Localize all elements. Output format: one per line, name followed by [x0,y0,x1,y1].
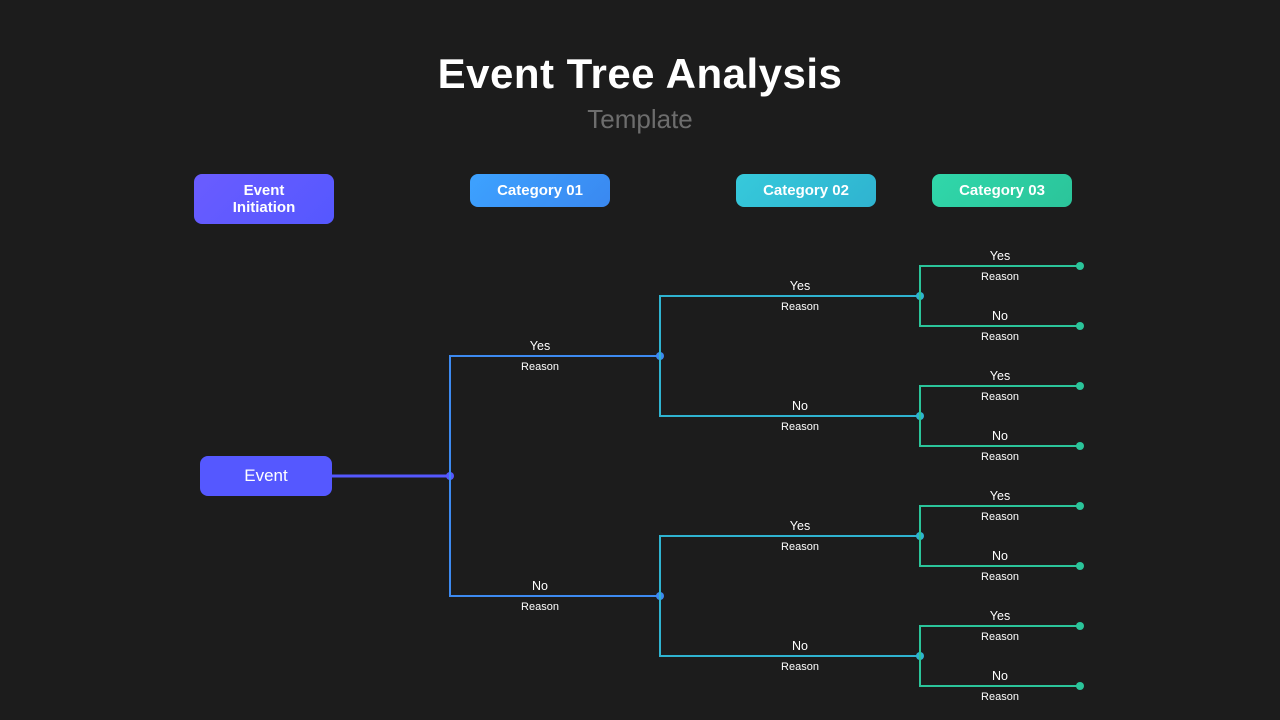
branch-l2-yy: Yes [790,280,810,293]
leaf-6-r: Reason [981,632,1019,643]
branch-l1-no-reason: Reason [521,602,559,613]
page-subtitle: Template [0,104,1280,135]
leaf-7-no: No [992,670,1008,683]
branch-l2-nn-r: Reason [781,662,819,673]
branch-l2-yy-r: Reason [781,302,819,313]
branch-l1-yes-reason: Reason [521,362,559,373]
branch-l2-nn: No [792,640,808,653]
leaf-1-r: Reason [981,332,1019,343]
leaf-0-yes: Yes [990,250,1010,263]
leaf-4-yes: Yes [990,490,1010,503]
category-pill-2: Category 02 [736,174,876,207]
leaf-1-no: No [992,310,1008,323]
branch-l2-yn-r: Reason [781,422,819,433]
branch-l1-yes: Yes [530,340,550,353]
leaf-3-r: Reason [981,452,1019,463]
leaf-6-yes: Yes [990,610,1010,623]
event-tree-diagram: Event Tree Analysis Template Event Initi… [0,0,1280,720]
leaf-4-r: Reason [981,512,1019,523]
leaf-2-r: Reason [981,392,1019,403]
leaf-5-r: Reason [981,572,1019,583]
branch-l2-yn: No [792,400,808,413]
page-title: Event Tree Analysis [0,50,1280,98]
category-pill-3: Category 03 [932,174,1072,207]
leaf-2-yes: Yes [990,370,1010,383]
category-pill-1: Category 01 [470,174,610,207]
leaf-0-r: Reason [981,272,1019,283]
branch-l2-ny-r: Reason [781,542,819,553]
category-pill-init: Event Initiation [194,174,334,224]
branch-l2-ny: Yes [790,520,810,533]
leaf-5-no: No [992,550,1008,563]
leaf-7-r: Reason [981,692,1019,703]
branch-l1-no: No [532,580,548,593]
root-event-node: Event [200,456,332,496]
leaf-3-no: No [992,430,1008,443]
